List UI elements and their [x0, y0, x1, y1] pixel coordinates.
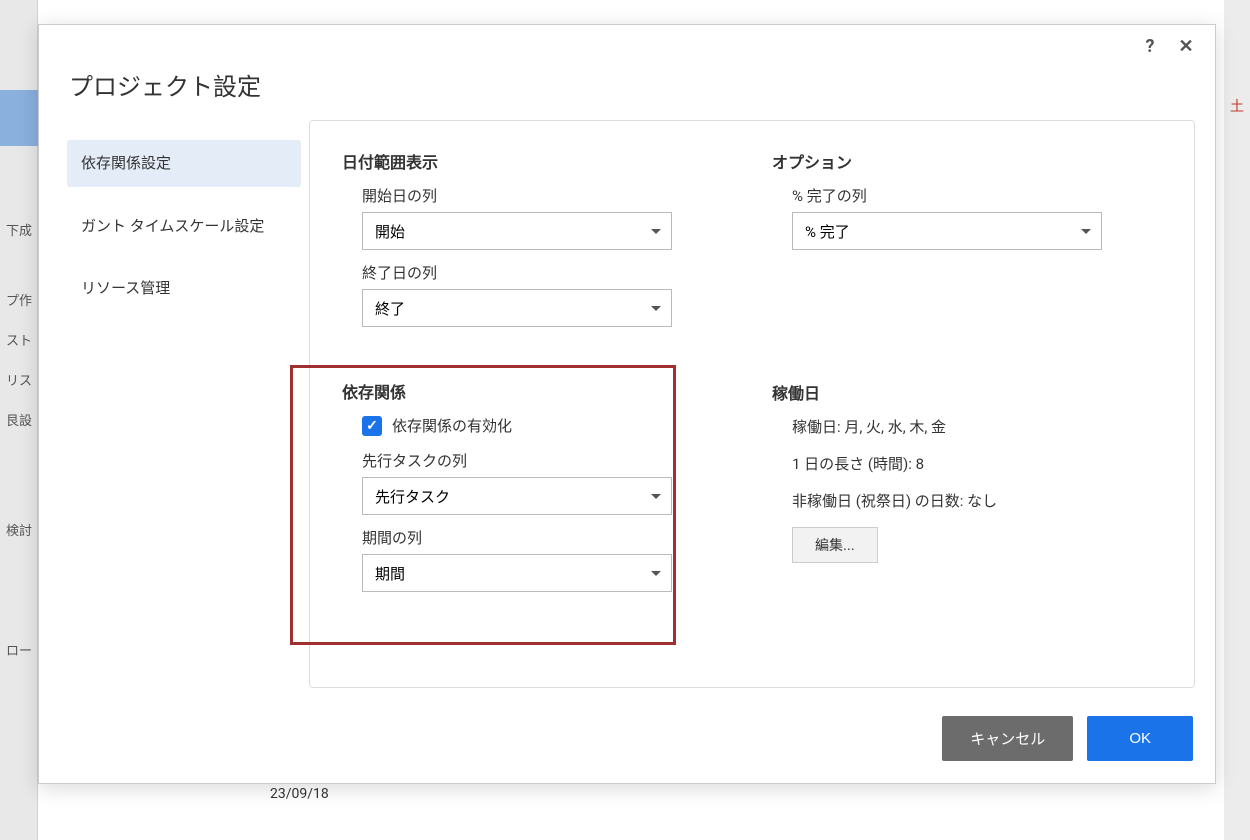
left-column: 日付範囲表示 開始日の列 開始 終了日の列 終了 依存関係 — [342, 149, 732, 659]
duration-select[interactable]: 期間 — [362, 554, 672, 592]
select-value: 終了 — [375, 298, 405, 319]
percent-complete-select[interactable]: % 完了 — [792, 212, 1102, 250]
sidebar-item-resource-management[interactable]: リソース管理 — [67, 265, 301, 312]
start-date-select[interactable]: 開始 — [362, 212, 672, 250]
project-settings-dialog: ? ✕ プロジェクト設定 依存関係設定 ガント タイムスケール設定 リソース管理… — [38, 24, 1216, 784]
ok-button[interactable]: OK — [1087, 716, 1193, 761]
chevron-down-icon — [651, 571, 661, 576]
right-column: オプション % 完了の列 % 完了 稼働日 稼働日: 月, 火, 水, 木, 金… — [772, 149, 1162, 659]
workdays-heading: 稼働日 — [772, 380, 1162, 404]
dialog-footer: キャンセル OK — [39, 698, 1215, 783]
help-icon[interactable]: ? — [1139, 35, 1161, 57]
chevron-down-icon — [651, 494, 661, 499]
select-value: 先行タスク — [375, 486, 450, 507]
bg-left-text: 下成 プ作 スト リス 艮設 検討 ロー — [0, 0, 40, 840]
settings-main-panel: 日付範囲表示 開始日の列 開始 終了日の列 終了 依存関係 — [309, 120, 1195, 688]
sidebar-item-label: ガント タイムスケール設定 — [81, 217, 264, 235]
chevron-down-icon — [651, 229, 661, 234]
bg-right-strip — [1224, 0, 1250, 840]
workdays-nonworking: 非稼働日 (祝祭日) の日数: なし — [772, 490, 1162, 511]
dialog-header: ? ✕ — [39, 25, 1215, 57]
dialog-body: 依存関係設定 ガント タイムスケール設定 リソース管理 日付範囲表示 開始日の列… — [39, 120, 1215, 698]
settings-sidebar: 依存関係設定 ガント タイムスケール設定 リソース管理 — [59, 120, 309, 688]
workdays-days: 稼働日: 月, 火, 水, 木, 金 — [772, 416, 1162, 437]
enable-dependencies-checkbox[interactable]: ✓ — [362, 416, 382, 436]
date-range-heading: 日付範囲表示 — [342, 149, 732, 173]
enable-dependencies-row[interactable]: ✓ 依存関係の有効化 — [342, 415, 732, 436]
predecessor-label: 先行タスクの列 — [362, 450, 732, 471]
end-date-label: 終了日の列 — [362, 262, 732, 283]
dependencies-heading: 依存関係 — [342, 379, 732, 403]
percent-complete-field: % 完了の列 % 完了 — [772, 185, 1162, 250]
bg-saturday-label: 土 — [1230, 96, 1244, 116]
sidebar-item-label: リソース管理 — [81, 279, 170, 297]
percent-complete-label: % 完了の列 — [792, 185, 1162, 206]
options-heading: オプション — [772, 149, 1162, 173]
select-value: 期間 — [375, 563, 405, 584]
select-value: % 完了 — [805, 221, 850, 242]
bg-date-cell: 23/09/18 — [270, 786, 329, 802]
dialog-title: プロジェクト設定 — [39, 57, 1215, 120]
chevron-down-icon — [1081, 229, 1091, 234]
predecessor-field: 先行タスクの列 先行タスク 期間の列 期間 — [342, 450, 732, 592]
close-icon[interactable]: ✕ — [1175, 35, 1197, 57]
start-date-field: 開始日の列 開始 終了日の列 終了 — [342, 185, 732, 327]
sidebar-item-label: 依存関係設定 — [81, 154, 171, 172]
cancel-button[interactable]: キャンセル — [942, 716, 1073, 761]
workdays-day-length: 1 日の長さ (時間): 8 — [772, 453, 1162, 474]
duration-label: 期間の列 — [362, 527, 732, 548]
sidebar-item-gantt-timescale[interactable]: ガント タイムスケール設定 — [67, 203, 301, 250]
sidebar-item-dependencies[interactable]: 依存関係設定 — [67, 140, 301, 187]
start-date-label: 開始日の列 — [362, 185, 732, 206]
chevron-down-icon — [651, 306, 661, 311]
end-date-select[interactable]: 終了 — [362, 289, 672, 327]
enable-dependencies-label: 依存関係の有効化 — [392, 415, 512, 436]
edit-workdays-button[interactable]: 編集... — [792, 527, 878, 563]
predecessor-select[interactable]: 先行タスク — [362, 477, 672, 515]
select-value: 開始 — [375, 221, 405, 242]
